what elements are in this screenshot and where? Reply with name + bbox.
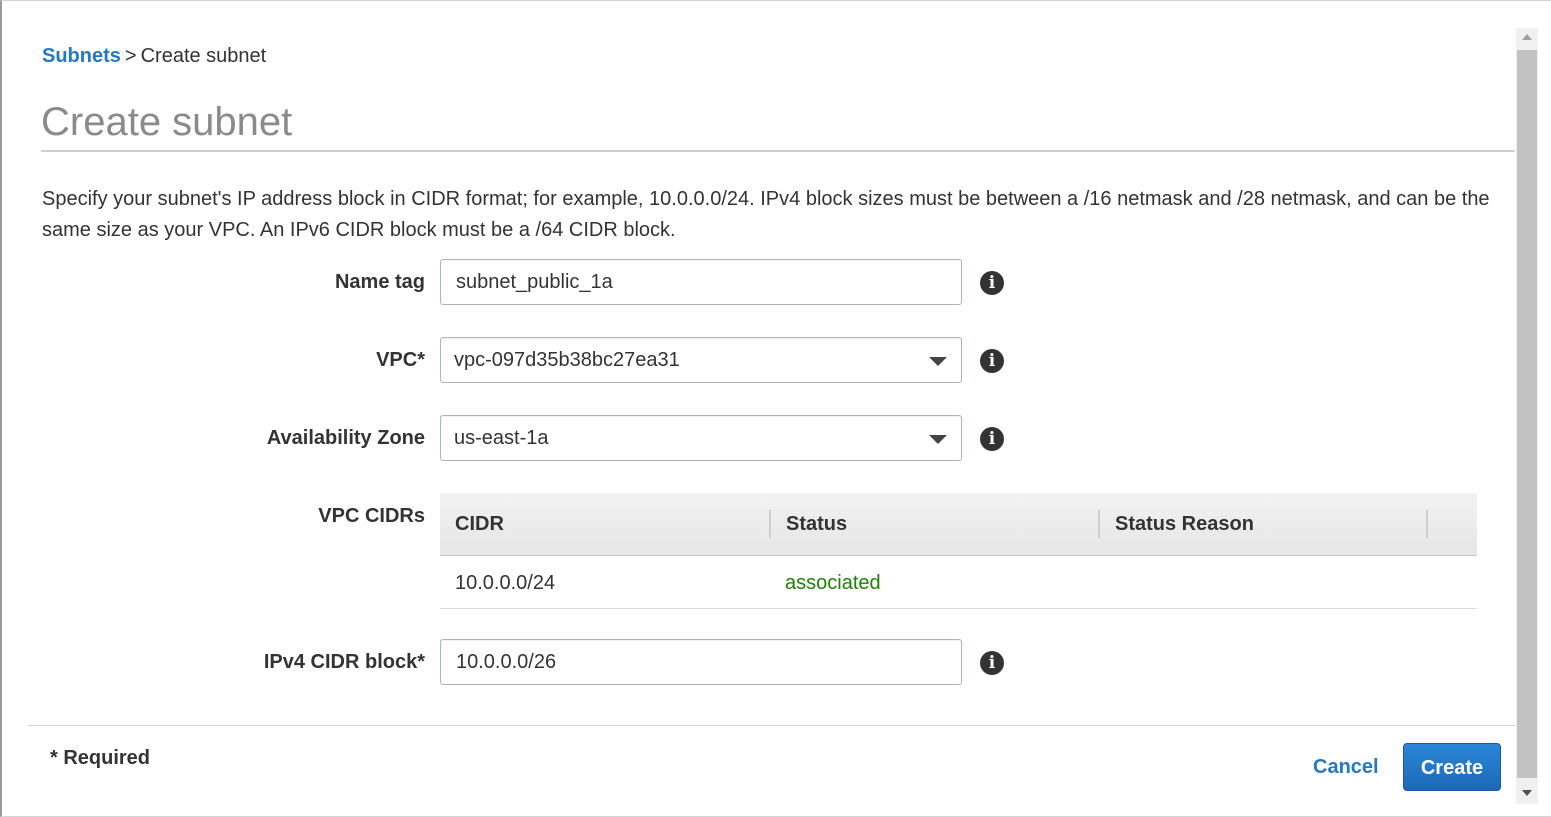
- vpc-select-value: vpc-097d35b38bc27ea31: [454, 349, 680, 371]
- chevron-down-icon: [929, 435, 947, 444]
- required-note: * Required: [50, 747, 151, 769]
- scrollbar-thumb[interactable]: [1517, 50, 1537, 778]
- vpc-cidrs-table: CIDR Status Status Reason 10.0.0.0/24 as…: [440, 493, 1477, 609]
- column-divider[interactable]: [769, 510, 771, 538]
- table-header: CIDR Status Status Reason: [440, 493, 1477, 556]
- vpc-cidrs-label: VPC CIDRs: [318, 505, 425, 527]
- footer-divider: [28, 725, 1515, 726]
- title-divider: [41, 150, 1515, 152]
- scroll-down-arrow-icon[interactable]: [1522, 790, 1532, 796]
- cidr-cell: 10.0.0.0/24: [455, 572, 556, 594]
- column-divider[interactable]: [1426, 510, 1428, 538]
- ipv4-cidr-block-label: IPv4 CIDR block*: [263, 651, 425, 673]
- breadcrumb: Subnets > Create subnet: [42, 45, 266, 68]
- scroll-up-arrow-icon[interactable]: [1522, 34, 1532, 40]
- vpc-label: VPC*: [376, 349, 425, 371]
- availability-zone-select-value: us-east-1a: [454, 427, 549, 449]
- ipv4-cidr-block-input[interactable]: [441, 640, 961, 684]
- availability-zone-select[interactable]: us-east-1a: [440, 415, 962, 461]
- cancel-button[interactable]: Cancel: [1313, 756, 1379, 779]
- breadcrumb-link-subnets[interactable]: Subnets: [42, 45, 121, 67]
- create-button[interactable]: Create: [1403, 743, 1501, 791]
- availability-zone-info-icon[interactable]: i: [980, 427, 1004, 451]
- column-divider[interactable]: [1098, 510, 1100, 538]
- chevron-down-icon: [929, 357, 947, 366]
- name-tag-field[interactable]: [440, 259, 962, 305]
- ipv4-cidr-block-info-icon[interactable]: i: [980, 651, 1004, 675]
- name-tag-input[interactable]: [441, 260, 961, 304]
- status-cell: associated: [785, 572, 881, 594]
- column-header-status-reason[interactable]: Status Reason: [1115, 513, 1254, 536]
- vpc-select[interactable]: vpc-097d35b38bc27ea31: [440, 337, 962, 383]
- vertical-scrollbar[interactable]: [1516, 28, 1538, 804]
- vpc-info-icon[interactable]: i: [980, 349, 1004, 373]
- breadcrumb-current: Create subnet: [140, 45, 267, 67]
- name-tag-info-icon[interactable]: i: [980, 271, 1004, 295]
- page-title: Create subnet: [41, 100, 293, 144]
- availability-zone-label: Availability Zone: [266, 427, 425, 449]
- column-header-cidr[interactable]: CIDR: [455, 513, 504, 536]
- column-header-status[interactable]: Status: [786, 513, 847, 536]
- breadcrumb-separator: >: [124, 45, 137, 67]
- name-tag-label: Name tag: [334, 271, 425, 293]
- ipv4-cidr-block-field[interactable]: [440, 639, 962, 685]
- table-row: 10.0.0.0/24 associated: [440, 556, 1477, 609]
- page-description: Specify your subnet's IP address block i…: [42, 188, 1490, 241]
